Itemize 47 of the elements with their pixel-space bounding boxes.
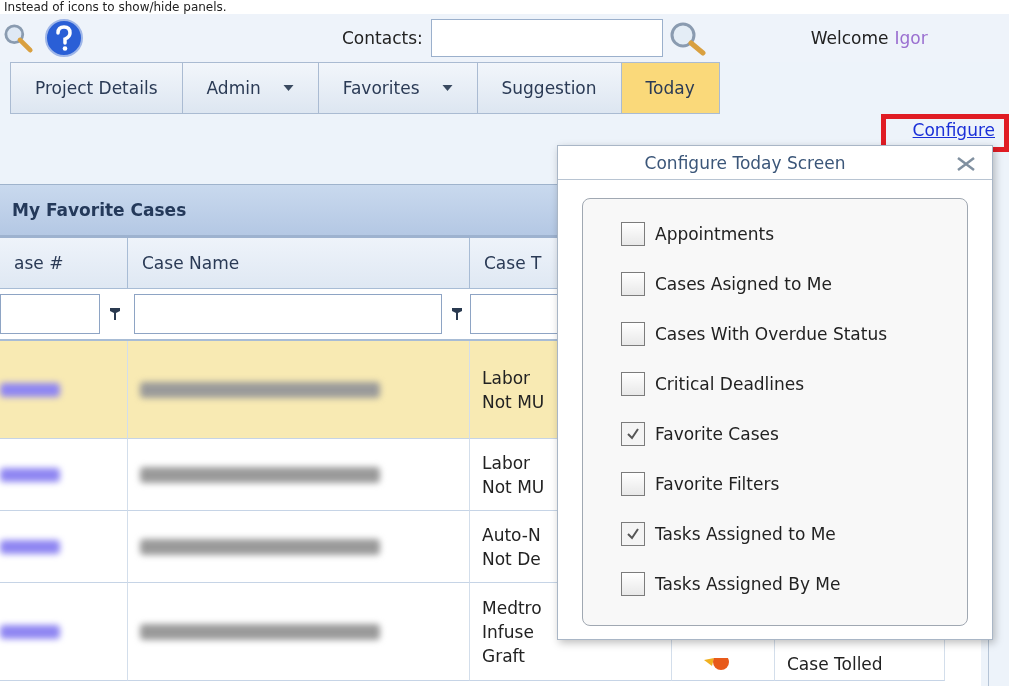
nav-tab[interactable]: Project Details [10,62,183,114]
close-icon[interactable] [956,157,976,171]
filter-field[interactable] [134,294,442,334]
option-label[interactable]: Tasks Assigned to Me [655,524,836,544]
option-label[interactable]: Tasks Assigned By Me [655,574,841,594]
checkbox[interactable] [621,472,645,496]
status-icon [704,658,730,670]
checkbox[interactable] [621,522,645,546]
checkbox[interactable] [621,272,645,296]
nav-tab[interactable]: Admin [182,62,319,114]
option-label[interactable]: Cases With Overdue Status [655,324,888,344]
status-text: Case Tolled [787,654,883,674]
help-icon[interactable] [44,18,84,58]
case-type-text: Labor Not MU [482,366,545,414]
case-type-text: Medtro Infuse Graft [482,596,542,668]
caption-text: Instead of icons to show/hide panels. [0,0,1009,14]
checkbox[interactable] [621,572,645,596]
contacts-label: Contacts: [342,28,423,48]
configure-link[interactable]: Configure [912,120,995,140]
checkbox[interactable] [621,372,645,396]
column-header[interactable]: Case Name [128,238,470,289]
nav-tab[interactable]: Favorites [318,62,478,114]
option-label[interactable]: Favorite Cases [655,424,779,444]
search-icon[interactable] [4,22,34,54]
welcome-text: Welcome [810,28,889,48]
filter-icon[interactable] [110,308,120,320]
nav-tab[interactable]: Today [621,62,720,114]
case-type-text: Auto-N Not De [482,523,541,571]
redacted-link[interactable] [0,467,60,482]
checkbox[interactable] [621,322,645,346]
option-label[interactable]: Favorite Filters [655,474,780,494]
option-label[interactable]: Critical Deadlines [655,374,805,394]
redacted-link[interactable] [0,539,60,554]
contacts-field[interactable] [430,19,663,57]
case-type-text: Labor Not MU [482,451,545,499]
checkmark-icon [626,427,640,441]
option-label[interactable]: Cases Asigned to Me [655,274,832,294]
user-menu[interactable]: Igor [888,28,928,48]
filter-icon[interactable] [452,308,462,320]
checkbox[interactable] [621,422,645,446]
checkbox[interactable] [621,222,645,246]
filter-field[interactable] [0,294,100,334]
checkmark-icon [626,527,640,541]
redacted-link[interactable] [0,624,60,639]
dialog-title: Configure Today Screen [644,152,846,173]
column-header[interactable]: ase # [0,238,128,289]
nav-tab[interactable]: Suggestion [477,62,622,114]
